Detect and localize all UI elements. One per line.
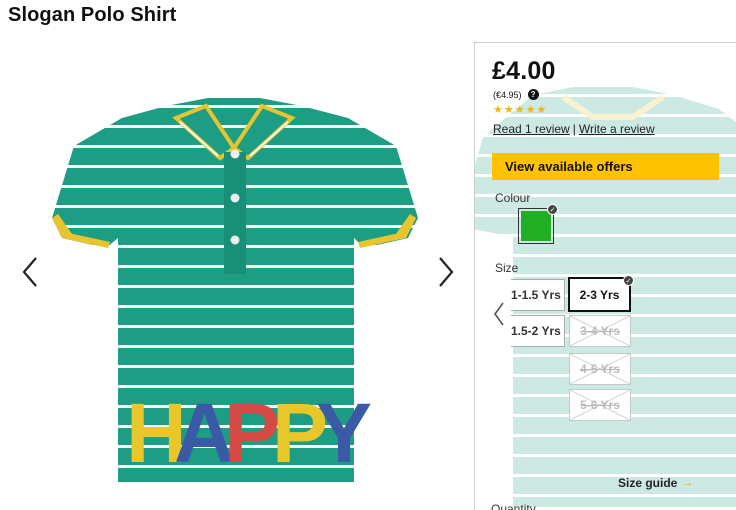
- size-label: Size: [495, 261, 519, 275]
- size-option-5-6[interactable]: 5-6 Yrs: [569, 389, 631, 421]
- check-badge-icon: ✓: [547, 204, 558, 215]
- size-option-label: 3-4 Yrs: [580, 324, 620, 338]
- product-gallery: H A P P Y: [0, 42, 470, 510]
- size-option-label: 1.5-2 Yrs: [511, 324, 561, 338]
- colour-label: Colour: [495, 191, 531, 205]
- check-badge-icon: ✓: [623, 275, 634, 286]
- product-image: H A P P Y: [48, 98, 420, 490]
- size-option-label: 1-1.5 Yrs: [511, 288, 561, 302]
- gallery-prev-button[interactable]: [18, 254, 42, 290]
- polo-shirt-illustration: H A P P Y: [52, 98, 418, 482]
- slogan-letter: Y: [316, 386, 372, 480]
- product-title: Slogan Polo Shirt: [8, 4, 177, 26]
- size-option-label: 2-3 Yrs: [579, 287, 620, 302]
- size-prev-button[interactable]: [491, 299, 507, 329]
- size-option-label: 4-5 Yrs: [580, 362, 620, 376]
- colour-swatch-fill: [521, 211, 551, 241]
- size-option-label: 5-6 Yrs: [580, 398, 620, 412]
- write-review-link[interactable]: Write a review: [579, 122, 655, 136]
- size-option-1.5-2[interactable]: 1.5-2 Yrs: [511, 315, 565, 347]
- star-icon: ★: [493, 104, 503, 116]
- size-option-4-5[interactable]: 4-5 Yrs: [569, 353, 631, 385]
- price-eur-text: (€4.95): [493, 89, 522, 100]
- size-option-2-3[interactable]: 2-3 Yrs: [568, 277, 631, 312]
- gallery-next-button[interactable]: [434, 254, 458, 290]
- price: £4.00: [492, 57, 556, 85]
- view-offers-button[interactable]: View available offers: [492, 153, 719, 180]
- star-icon: ★: [503, 104, 514, 116]
- chevron-left-icon: [494, 302, 504, 326]
- question-circle-icon[interactable]: ?: [527, 89, 539, 100]
- price-eur: (€4.95) ?: [493, 89, 539, 100]
- size-option-3-4[interactable]: 3-4 Yrs: [569, 315, 631, 347]
- review-separator: |: [572, 122, 576, 136]
- review-links: Read 1 review | Write a review: [493, 122, 655, 136]
- size-guide-link[interactable]: Size guide →: [618, 476, 693, 490]
- chevron-left-icon: [22, 257, 37, 287]
- arrow-right-icon: →: [682, 477, 694, 489]
- product-options-panel: £4.00 (€4.95) ? ★ ★ ★ ★ ★ Read 1 review |…: [474, 42, 736, 510]
- star-icon: ★: [536, 104, 547, 116]
- star-icon: ★: [525, 104, 536, 116]
- read-review-link[interactable]: Read 1 review: [493, 122, 570, 136]
- quantity-label: Quantity: [491, 502, 536, 510]
- rating-stars: ★ ★ ★ ★ ★: [493, 105, 546, 116]
- size-guide-text: Size guide: [618, 476, 678, 490]
- chevron-right-icon: [439, 257, 454, 287]
- size-option-1-1.5[interactable]: 1-1.5 Yrs: [511, 279, 565, 311]
- star-icon: ★: [514, 104, 525, 116]
